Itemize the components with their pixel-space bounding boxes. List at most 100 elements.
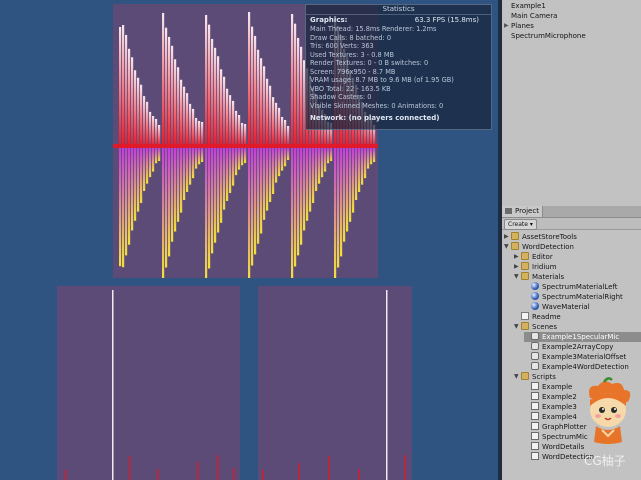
expand-arrow-icon[interactable]: ▶	[504, 21, 509, 31]
expanded-arrow-icon[interactable]: ▼	[504, 242, 511, 252]
project-item-worddetection[interactable]: ▼ WordDetection	[504, 242, 574, 252]
expanded-arrow-icon[interactable]: ▼	[514, 272, 521, 282]
spectrum-mirror-bar	[349, 148, 352, 222]
project-item-example3materialoffset[interactable]: Example3MaterialOffset	[524, 352, 626, 362]
project-item-example3[interactable]: Example3	[524, 402, 577, 412]
spectrum-mirror-bar	[361, 148, 364, 185]
waveform-spike	[328, 456, 330, 480]
spectrum-mirror-bar	[158, 148, 161, 161]
spectrum-mirror-bar	[334, 148, 337, 279]
spectrum-mirror-bar	[180, 148, 183, 213]
create-button[interactable]: Create ▾	[504, 219, 537, 230]
scene-icon	[531, 362, 539, 370]
project-item-example4worddetection[interactable]: Example4WordDetection	[524, 362, 629, 372]
collapsed-arrow-icon[interactable]: ▶	[514, 252, 521, 262]
hierarchy-item-main-camera[interactable]: Main Camera	[511, 11, 557, 21]
project-item-example[interactable]: Example	[524, 382, 572, 392]
spectrum-mirror-bar	[269, 148, 272, 202]
project-item-example2[interactable]: Example2	[524, 392, 577, 402]
scene-icon	[531, 342, 539, 350]
waveform-left	[65, 290, 235, 480]
project-item-materials[interactable]: ▼ Materials	[514, 272, 564, 282]
spectrum-bar	[131, 57, 134, 146]
spectrum-bar	[287, 126, 290, 146]
project-item-spectrummaterialleft[interactable]: SpectrumMaterialLeft	[524, 282, 618, 292]
waveform-spike	[386, 290, 388, 480]
project-item-scenes[interactable]: ▼ Scenes	[514, 322, 557, 332]
spectrum-baseline	[113, 144, 378, 148]
stat-screen: Screen: 796x950 - 8.7 MB	[310, 67, 396, 76]
spectrum-bar	[254, 35, 257, 147]
stat-shadow-casters: Shadow Casters: 0	[310, 93, 372, 101]
project-item-example4[interactable]: Example4	[524, 412, 577, 422]
spectrum-bar	[297, 37, 300, 147]
project-item-assetstoretools[interactable]: ▶ AssetStoreTools	[504, 232, 577, 242]
hierarchy-item-planes[interactable]: ▶ Planes	[504, 21, 534, 31]
hierarchy-panel: Example1 Main Camera ▶ Planes SpectrumMi…	[502, 0, 641, 206]
project-item-readme[interactable]: Readme	[514, 312, 561, 322]
spectrum-bar	[158, 125, 161, 146]
collapsed-arrow-icon[interactable]: ▶	[504, 232, 511, 242]
project-item-spectrummaterialright[interactable]: SpectrumMaterialRight	[524, 292, 623, 302]
script-icon	[531, 412, 539, 420]
waveform-spike	[358, 469, 360, 480]
project-item-label: Example3MaterialOffset	[542, 353, 627, 361]
project-item-wavematerial[interactable]: WaveMaterial	[524, 302, 590, 312]
waveform-spike	[129, 456, 131, 480]
spectrum-mirror-bar	[340, 148, 343, 257]
spectrum-mirror-bar	[248, 148, 251, 281]
hierarchy-item-label: SpectrumMicrophone	[511, 32, 586, 40]
spectrum-mirror-bar	[370, 148, 373, 165]
project-item-iridium[interactable]: ▶ Iridium	[514, 262, 557, 272]
project-item-label: SpectrumMaterialRight	[542, 293, 623, 301]
spectrum-bar	[260, 58, 263, 146]
spectrum-bar	[171, 45, 174, 146]
expanded-arrow-icon[interactable]: ▼	[514, 322, 521, 332]
spectrum-mirror-bar	[367, 148, 370, 169]
spectrum-bar	[137, 77, 140, 146]
spectrum-mirror-bar	[318, 148, 321, 184]
spectrum-bar	[143, 96, 146, 146]
project-icon	[505, 208, 512, 214]
spectrum-mirror-bar	[315, 148, 318, 191]
graphics-label: Graphics:	[310, 16, 348, 24]
spectrum-mirror-bar	[201, 148, 204, 162]
fps-readout: 63.3 FPS (15.8ms)	[414, 16, 479, 24]
stat-vbo: VBO Total: 22 - 163.5 KB	[310, 84, 391, 93]
spectrum-mirror-bar	[220, 148, 223, 223]
project-item-label: Materials	[532, 273, 565, 281]
spectrum-mirror-bar	[152, 148, 155, 172]
spectrum-bar	[155, 118, 158, 146]
spectrum-mirror-bar	[355, 148, 358, 200]
spectrum-bar	[211, 38, 214, 147]
project-item-example2arraycopy[interactable]: Example2ArrayCopy	[524, 342, 613, 352]
spectrum-mirror-bar	[321, 148, 324, 178]
spectrum-bar	[248, 12, 251, 146]
spectrum-mirror-bar	[244, 148, 247, 163]
spectrum-bar	[275, 102, 278, 146]
spectrum-mirror-bar	[223, 148, 226, 210]
spectrum-bar	[134, 70, 137, 146]
project-item-label: Example3	[542, 403, 577, 411]
scene-viewport[interactable]: Statistics Graphics: 63.3 FPS (15.8ms) M…	[0, 0, 498, 480]
hierarchy-item-example1[interactable]: Example1	[511, 1, 546, 11]
hierarchy-item-spectrum-microphone[interactable]: SpectrumMicrophone	[511, 31, 586, 41]
spectrum-mirror-bar	[211, 148, 214, 254]
project-item-label: Scripts	[532, 373, 556, 381]
spectrum-mirror-bar	[171, 148, 174, 242]
spectrum-mirror-bar	[300, 148, 303, 245]
spectrum-bar	[238, 114, 241, 146]
project-item-scripts[interactable]: ▼ Scripts	[514, 372, 556, 382]
collapsed-arrow-icon[interactable]: ▶	[514, 262, 521, 272]
project-item-worddetails[interactable]: WordDetails	[524, 442, 584, 452]
spectrum-mirror-bar	[174, 148, 177, 232]
project-item-example1specularmic[interactable]: Example1SpecularMic	[524, 332, 641, 342]
tab-project[interactable]: Project	[502, 206, 543, 217]
spectrum-bar	[266, 78, 269, 146]
material-sphere-icon	[531, 282, 539, 290]
project-item-editor[interactable]: ▶ Editor	[514, 252, 553, 262]
expanded-arrow-icon[interactable]: ▼	[514, 372, 521, 382]
spectrum-bar	[300, 46, 303, 146]
spectrum-mirror-bar	[241, 148, 244, 166]
spectrum-mirror-bar	[312, 148, 315, 203]
